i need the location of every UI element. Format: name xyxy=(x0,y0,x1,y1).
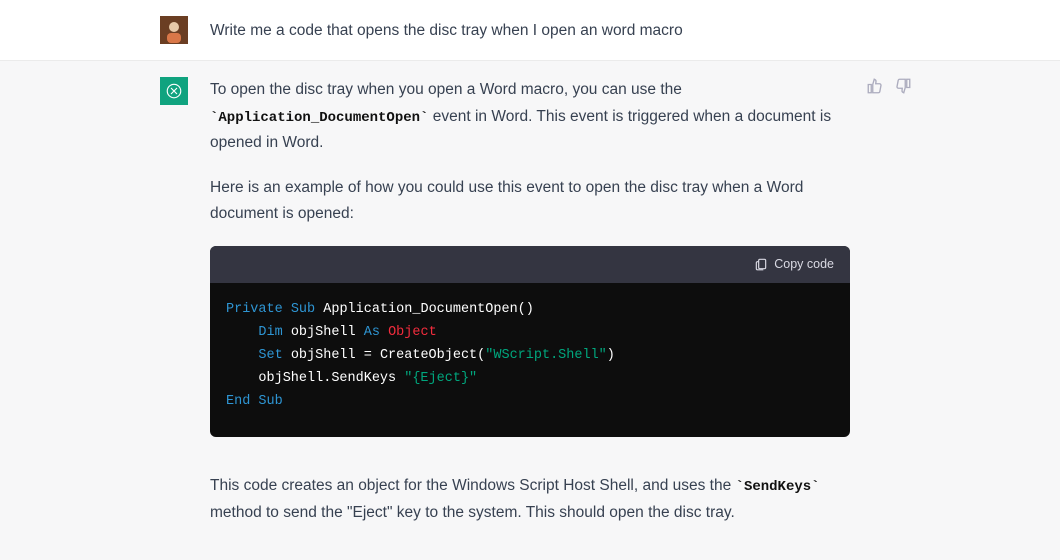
assistant-paragraph: To open the disc tray when you open a Wo… xyxy=(210,77,850,156)
code-text: objShell xyxy=(291,325,356,340)
copy-code-button[interactable]: Copy code xyxy=(754,254,834,275)
text-span: method to send the "Eject" key to the sy… xyxy=(210,504,735,521)
feedback-buttons xyxy=(866,77,912,544)
code-type: Object xyxy=(388,325,437,340)
code-keyword: As xyxy=(364,325,380,340)
user-message-content: Write me a code that opens the disc tray… xyxy=(210,16,850,44)
assistant-paragraph: This code creates an object for the Wind… xyxy=(210,473,850,526)
assistant-paragraph: Here is an example of how you could use … xyxy=(210,175,850,228)
code-block-body[interactable]: Private Sub Application_DocumentOpen() D… xyxy=(210,283,850,438)
code-text: Application_DocumentOpen() xyxy=(323,302,534,317)
code-text: objShell = CreateObject( xyxy=(291,348,485,363)
text-span: To open the disc tray when you open a Wo… xyxy=(210,81,682,98)
code-string: "{Eject}" xyxy=(404,371,477,386)
assistant-message-row: To open the disc tray when you open a Wo… xyxy=(0,61,1060,560)
code-keyword: Sub xyxy=(291,302,315,317)
code-keyword: Set xyxy=(258,348,282,363)
inline-code: `SendKeys` xyxy=(736,479,820,495)
text-span: This code creates an object for the Wind… xyxy=(210,477,736,494)
user-message-row: Write me a code that opens the disc tray… xyxy=(0,0,1060,61)
assistant-message-content: To open the disc tray when you open a Wo… xyxy=(210,77,850,544)
inline-code: `Application_DocumentOpen` xyxy=(210,110,428,126)
code-text: objShell.SendKeys xyxy=(258,371,404,386)
code-text: ) xyxy=(607,348,615,363)
thumbs-up-icon[interactable] xyxy=(866,77,884,95)
copy-code-label: Copy code xyxy=(774,254,834,275)
code-block-header: Copy code xyxy=(210,246,850,283)
code-block: Copy code Private Sub Application_Docume… xyxy=(210,246,850,438)
user-avatar xyxy=(160,16,188,44)
code-keyword: Dim xyxy=(258,325,282,340)
code-keyword: End xyxy=(226,394,250,409)
clipboard-icon xyxy=(754,257,768,271)
thumbs-down-icon[interactable] xyxy=(894,77,912,95)
code-string: "WScript.Shell" xyxy=(485,348,607,363)
code-keyword: Private xyxy=(226,302,283,317)
assistant-avatar xyxy=(160,77,188,105)
code-keyword: Sub xyxy=(258,394,282,409)
user-prompt-text: Write me a code that opens the disc tray… xyxy=(210,16,850,44)
